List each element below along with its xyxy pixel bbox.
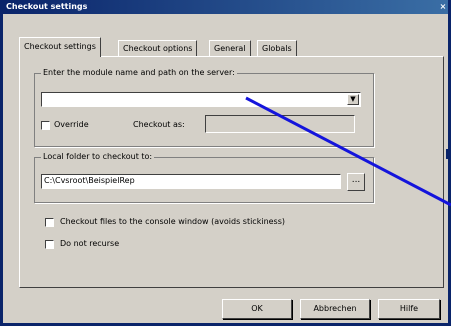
module-group-legend: Enter the module name and path on the se… [41, 68, 237, 77]
window-edge-marker [446, 149, 451, 159]
override-checkbox[interactable] [41, 121, 50, 130]
close-icon[interactable]: × [438, 2, 448, 12]
override-label[interactable]: Override [54, 120, 89, 129]
local-folder-path: C:\Cvsroot\BeispielRep [44, 176, 135, 185]
console-label[interactable]: Checkout files to the console window (av… [60, 217, 285, 226]
local-folder-group: Local folder to checkout to: C:\Cvsroot\… [34, 152, 374, 203]
tab-label: Checkout settings [24, 42, 96, 51]
module-group: Enter the module name and path on the se… [34, 68, 374, 147]
checkout-settings-dialog: Checkout settings × Checkout settings Ch… [0, 0, 451, 326]
tab-checkout-options[interactable]: Checkout options [118, 40, 198, 56]
tab-label: Globals [262, 44, 292, 53]
help-button[interactable]: Hilfe [378, 299, 440, 319]
no-recurse-checkbox[interactable] [45, 240, 54, 249]
tab-label: Checkout options [123, 44, 193, 53]
local-folder-legend: Local folder to checkout to: [41, 152, 155, 161]
chevron-down-icon[interactable]: ▼ [347, 94, 359, 105]
module-name-combo[interactable]: ▼ [41, 92, 361, 107]
tab-general[interactable]: General [209, 40, 251, 56]
console-checkbox[interactable] [45, 218, 54, 227]
tab-panel: Enter the module name and path on the se… [19, 56, 444, 288]
tab-checkout-settings[interactable]: Checkout settings [19, 37, 101, 57]
tab-globals[interactable]: Globals [257, 40, 297, 56]
cancel-button[interactable]: Abbrechen [300, 299, 370, 319]
browse-button[interactable]: ... [347, 173, 365, 191]
checkout-as-label: Checkout as: [133, 120, 185, 129]
ok-button[interactable]: OK [222, 299, 292, 319]
title-bar[interactable]: Checkout settings × [3, 0, 448, 14]
window-title: Checkout settings [6, 2, 88, 11]
local-folder-input[interactable]: C:\Cvsroot\BeispielRep [41, 174, 341, 189]
tab-label: General [214, 44, 246, 53]
checkout-as-input[interactable] [205, 115, 355, 133]
no-recurse-label[interactable]: Do not recurse [60, 239, 119, 248]
